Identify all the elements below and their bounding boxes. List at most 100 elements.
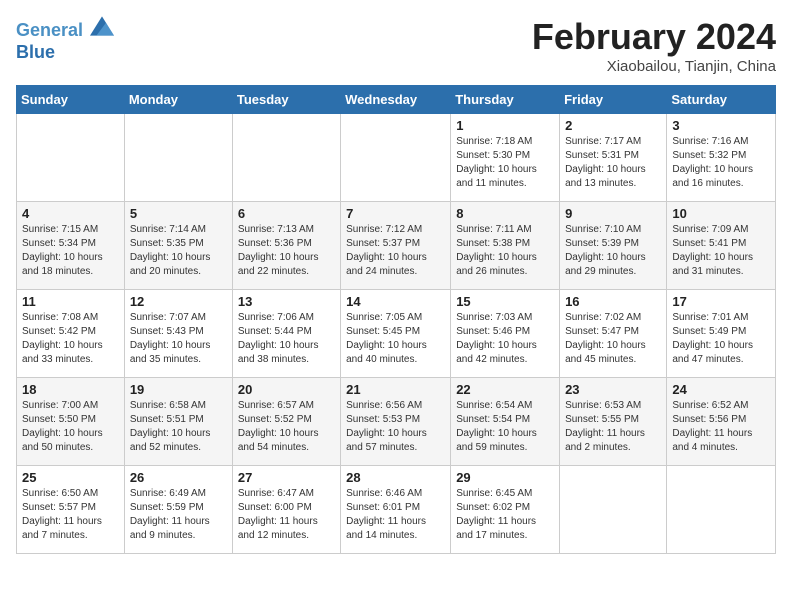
day-info: Sunrise: 7:02 AMSunset: 5:47 PMDaylight:… [565, 311, 661, 367]
calendar-cell: 25 Sunrise: 6:50 AMSunset: 5:57 PMDayligh… [17, 466, 125, 554]
day-info: Sunrise: 6:53 AMSunset: 5:55 PMDaylight:… [565, 399, 661, 455]
day-number: 20 [238, 382, 335, 397]
calendar-cell: 11Sunrise: 7:08 AMSunset: 5:42 PMDayligh… [17, 290, 125, 378]
day-info: Sunrise: 7:15 AMSunset: 5:34 PMDaylight:… [22, 223, 119, 279]
header-thursday: Thursday [451, 86, 560, 114]
logo: General Blue [16, 16, 114, 63]
day-info: Sunrise: 6:58 AMSunset: 5:51 PMDaylight:… [130, 399, 227, 455]
calendar-cell: 2 Sunrise: 7:17 AMSunset: 5:31 PMDaylight… [560, 114, 667, 202]
day-info: Sunrise: 7:13 AMSunset: 5:36 PMDaylight:… [238, 223, 335, 279]
day-info: Sunrise: 7:14 AMSunset: 5:35 PMDaylight:… [130, 223, 227, 279]
day-info: Sunrise: 7:11 AMSunset: 5:38 PMDaylight:… [456, 223, 554, 279]
calendar-cell: 29Sunrise: 6:45 AMSunset: 6:02 PMDayligh… [451, 466, 560, 554]
day-number: 3 [672, 118, 770, 133]
day-info: Sunrise: 6:49 AMSunset: 5:59 PMDaylight:… [130, 487, 227, 543]
day-number: 2 [565, 118, 661, 133]
day-number: 22 [456, 382, 554, 397]
day-number: 4 [22, 206, 119, 221]
day-info: Sunrise: 7:06 AMSunset: 5:44 PMDaylight:… [238, 311, 335, 367]
day-number: 19 [130, 382, 227, 397]
day-number: 28 [346, 470, 445, 485]
day-number: 17 [672, 294, 770, 309]
day-info: Sunrise: 7:17 AMSunset: 5:31 PMDaylight:… [565, 135, 661, 191]
location: Xiaobailou, Tianjin, China [532, 58, 776, 75]
day-info: Sunrise: 7:10 AMSunset: 5:39 PMDaylight:… [565, 223, 661, 279]
calendar-cell: 24 Sunrise: 6:52 AMSunset: 5:56 PMDayligh… [667, 378, 776, 466]
calendar-cell: 22 Sunrise: 6:54 AMSunset: 5:54 PMDayligh… [451, 378, 560, 466]
day-info: Sunrise: 7:07 AMSunset: 5:43 PMDaylight:… [130, 311, 227, 367]
calendar-cell: 5 Sunrise: 7:14 AMSunset: 5:35 PMDaylight… [124, 202, 232, 290]
day-number: 7 [346, 206, 445, 221]
day-number: 1 [456, 118, 554, 133]
day-number: 27 [238, 470, 335, 485]
calendar-cell: 23 Sunrise: 6:53 AMSunset: 5:55 PMDayligh… [560, 378, 667, 466]
day-number: 18 [22, 382, 119, 397]
day-number: 25 [22, 470, 119, 485]
day-info: Sunrise: 6:45 AMSunset: 6:02 PMDaylight:… [456, 487, 554, 543]
header-saturday: Saturday [667, 86, 776, 114]
week-row-1: 1 Sunrise: 7:18 AMSunset: 5:30 PMDaylight… [17, 114, 776, 202]
day-info: Sunrise: 6:56 AMSunset: 5:53 PMDaylight:… [346, 399, 445, 455]
header-friday: Friday [560, 86, 667, 114]
day-number: 21 [346, 382, 445, 397]
day-number: 14 [346, 294, 445, 309]
calendar-cell: 3 Sunrise: 7:16 AMSunset: 5:32 PMDaylight… [667, 114, 776, 202]
day-number: 8 [456, 206, 554, 221]
calendar-cell: 10 Sunrise: 7:09 AMSunset: 5:41 PMDayligh… [667, 202, 776, 290]
calendar-cell [667, 466, 776, 554]
calendar-cell: 1 Sunrise: 7:18 AMSunset: 5:30 PMDaylight… [451, 114, 560, 202]
calendar-cell [341, 114, 451, 202]
day-info: Sunrise: 7:05 AMSunset: 5:45 PMDaylight:… [346, 311, 445, 367]
day-info: Sunrise: 6:52 AMSunset: 5:56 PMDaylight:… [672, 399, 770, 455]
week-row-3: 11Sunrise: 7:08 AMSunset: 5:42 PMDayligh… [17, 290, 776, 378]
day-number: 13 [238, 294, 335, 309]
day-info: Sunrise: 7:03 AMSunset: 5:46 PMDaylight:… [456, 311, 554, 367]
calendar-cell: 14 Sunrise: 7:05 AMSunset: 5:45 PMDayligh… [341, 290, 451, 378]
day-info: Sunrise: 7:09 AMSunset: 5:41 PMDaylight:… [672, 223, 770, 279]
day-info: Sunrise: 6:54 AMSunset: 5:54 PMDaylight:… [456, 399, 554, 455]
calendar-cell: 15 Sunrise: 7:03 AMSunset: 5:46 PMDayligh… [451, 290, 560, 378]
day-number: 5 [130, 206, 227, 221]
calendar-cell: 17 Sunrise: 7:01 AMSunset: 5:49 PMDayligh… [667, 290, 776, 378]
day-number: 16 [565, 294, 661, 309]
page-header: General Blue February 2024 Xiaobailou, T… [16, 16, 776, 75]
day-number: 10 [672, 206, 770, 221]
day-info: Sunrise: 7:00 AMSunset: 5:50 PMDaylight:… [22, 399, 119, 455]
logo-text-blue: Blue [16, 42, 114, 64]
calendar-cell [124, 114, 232, 202]
day-number: 23 [565, 382, 661, 397]
day-number: 12 [130, 294, 227, 309]
day-number: 24 [672, 382, 770, 397]
calendar-cell: 8 Sunrise: 7:11 AMSunset: 5:38 PMDaylight… [451, 202, 560, 290]
calendar-cell [560, 466, 667, 554]
header-row: SundayMondayTuesdayWednesdayThursdayFrid… [17, 86, 776, 114]
calendar-cell: 7 Sunrise: 7:12 AMSunset: 5:37 PMDaylight… [341, 202, 451, 290]
calendar-cell: 13 Sunrise: 7:06 AMSunset: 5:44 PMDayligh… [232, 290, 340, 378]
calendar-cell: 18 Sunrise: 7:00 AMSunset: 5:50 PMDayligh… [17, 378, 125, 466]
logo-icon [90, 16, 114, 36]
week-row-5: 25 Sunrise: 6:50 AMSunset: 5:57 PMDayligh… [17, 466, 776, 554]
day-info: Sunrise: 7:16 AMSunset: 5:32 PMDaylight:… [672, 135, 770, 191]
calendar-cell: 9 Sunrise: 7:10 AMSunset: 5:39 PMDaylight… [560, 202, 667, 290]
calendar-cell [17, 114, 125, 202]
title-block: February 2024 Xiaobailou, Tianjin, China [532, 16, 776, 75]
day-info: Sunrise: 7:01 AMSunset: 5:49 PMDaylight:… [672, 311, 770, 367]
calendar-cell: 19 Sunrise: 6:58 AMSunset: 5:51 PMDayligh… [124, 378, 232, 466]
header-wednesday: Wednesday [341, 86, 451, 114]
day-number: 9 [565, 206, 661, 221]
day-info: Sunrise: 7:12 AMSunset: 5:37 PMDaylight:… [346, 223, 445, 279]
week-row-4: 18 Sunrise: 7:00 AMSunset: 5:50 PMDayligh… [17, 378, 776, 466]
header-sunday: Sunday [17, 86, 125, 114]
header-tuesday: Tuesday [232, 86, 340, 114]
day-info: Sunrise: 6:50 AMSunset: 5:57 PMDaylight:… [22, 487, 119, 543]
day-info: Sunrise: 7:18 AMSunset: 5:30 PMDaylight:… [456, 135, 554, 191]
day-number: 6 [238, 206, 335, 221]
calendar-cell: 26Sunrise: 6:49 AMSunset: 5:59 PMDayligh… [124, 466, 232, 554]
calendar-cell [232, 114, 340, 202]
calendar-cell: 27 Sunrise: 6:47 AMSunset: 6:00 PMDayligh… [232, 466, 340, 554]
day-info: Sunrise: 6:47 AMSunset: 6:00 PMDaylight:… [238, 487, 335, 543]
day-number: 15 [456, 294, 554, 309]
logo-text: General [16, 16, 114, 42]
calendar-cell: 12 Sunrise: 7:07 AMSunset: 5:43 PMDayligh… [124, 290, 232, 378]
calendar-table: SundayMondayTuesdayWednesdayThursdayFrid… [16, 85, 776, 554]
